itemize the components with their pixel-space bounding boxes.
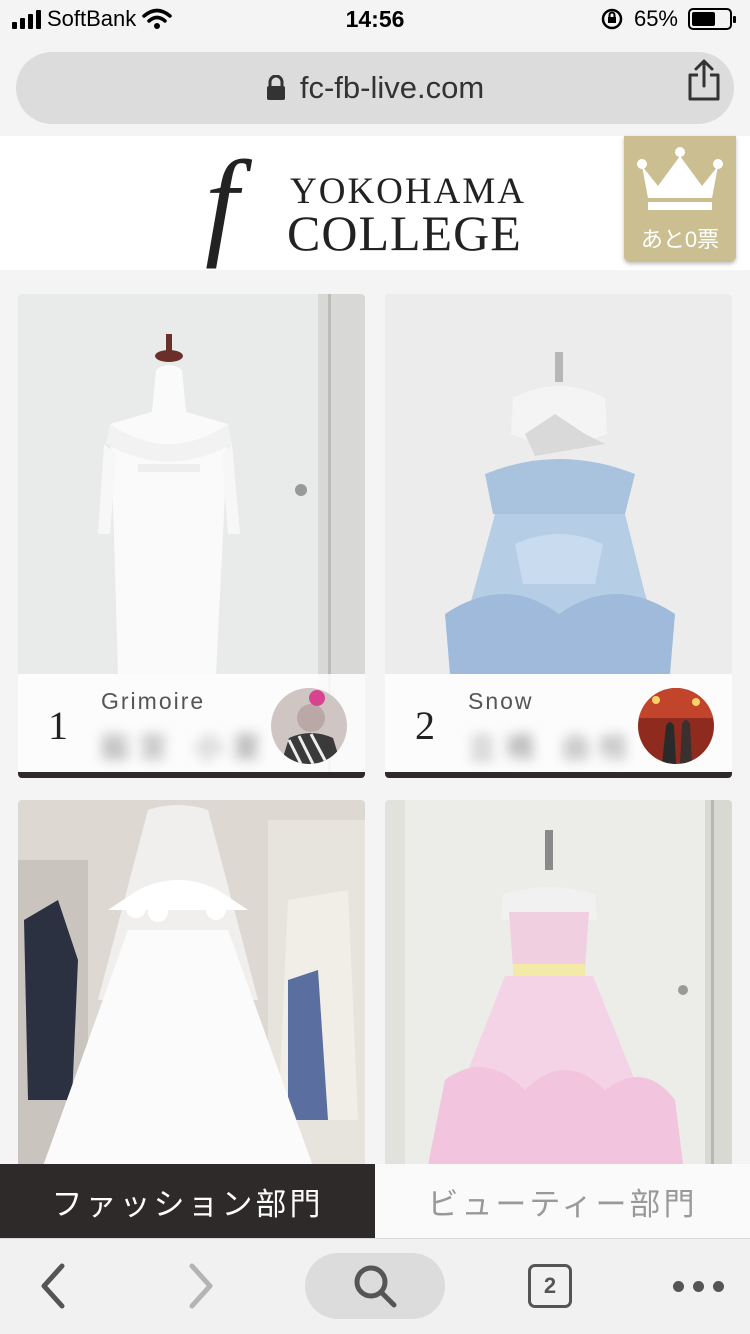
- entry-student-name: 脇宮 小夏: [101, 732, 271, 763]
- entry-card[interactable]: [18, 800, 365, 1164]
- address-bar[interactable]: fc-fb-live.com: [16, 52, 734, 124]
- student-avatar[interactable]: [271, 688, 347, 764]
- tab-count-badge: 2: [528, 1264, 572, 1308]
- search-icon: [354, 1265, 397, 1308]
- crown-icon: [637, 147, 723, 210]
- entry-info: 1 Grimoire 脇宮 小夏: [18, 674, 365, 772]
- category-tabs: ファッション部門 ビューティー部門: [0, 1164, 750, 1238]
- back-button[interactable]: [20, 1253, 86, 1319]
- tab-beauty[interactable]: ビューティー部門: [375, 1164, 750, 1238]
- browser-toolbar: 2: [0, 1238, 750, 1334]
- entry-info: 2 Snow 立橋 由枝: [385, 674, 732, 772]
- entry-rank: 1: [48, 703, 68, 748]
- more-button[interactable]: [660, 1253, 736, 1319]
- entry-grid: 1 Grimoire 脇宮 小夏 2 Snow 立橋 由枝: [0, 270, 750, 1164]
- logo-line-2: COLLEGE: [287, 205, 522, 261]
- battery-percent: 65%: [633, 6, 678, 31]
- yokohama-college-logo[interactable]: f YOKOHAMA COLLEGE: [205, 136, 550, 269]
- votes-left-label: あと0票: [640, 227, 720, 252]
- share-button[interactable]: [684, 58, 724, 102]
- entry-card[interactable]: 1 Grimoire 脇宮 小夏: [18, 294, 365, 778]
- battery-icon: [688, 8, 736, 30]
- chevron-left-icon: [41, 1263, 65, 1309]
- card-divider: [18, 772, 365, 778]
- entry-rank: 2: [415, 703, 435, 748]
- entry-card[interactable]: [385, 800, 732, 1164]
- entry-student-name: 立橋 由枝: [468, 732, 638, 763]
- entry-card[interactable]: 2 Snow 立橋 由枝: [385, 294, 732, 778]
- share-icon: [688, 59, 720, 101]
- entry-work-name: Snow: [468, 688, 534, 714]
- tab-fashion[interactable]: ファッション部門: [0, 1164, 375, 1238]
- votes-remaining-badge[interactable]: あと0票: [624, 136, 736, 262]
- status-bar: SoftBank 14:56 65%: [0, 0, 750, 42]
- battery-level: [692, 12, 716, 26]
- forward-button[interactable]: [168, 1253, 234, 1319]
- student-avatar[interactable]: [638, 688, 714, 764]
- tabs-button[interactable]: 2: [520, 1253, 580, 1319]
- dress-photo: [18, 800, 365, 1164]
- avatar-photo: [271, 688, 347, 764]
- dress-photo: [385, 800, 732, 1164]
- avatar-photo: [638, 688, 714, 764]
- chevron-right-icon: [189, 1263, 213, 1309]
- card-divider: [385, 772, 732, 778]
- entry-work-name: Grimoire: [101, 688, 206, 714]
- logo-mark: f: [205, 136, 239, 269]
- site-header: f YOKOHAMA COLLEGE あと0票: [0, 136, 750, 270]
- more-icon: [672, 1280, 724, 1292]
- url-text: fc-fb-live.com: [299, 70, 485, 105]
- status-right: 65%: [600, 6, 736, 32]
- browser-address-area: fc-fb-live.com: [0, 42, 750, 136]
- rotation-lock-icon: [601, 8, 623, 30]
- search-button[interactable]: [305, 1253, 445, 1319]
- lock-icon: [266, 75, 285, 100]
